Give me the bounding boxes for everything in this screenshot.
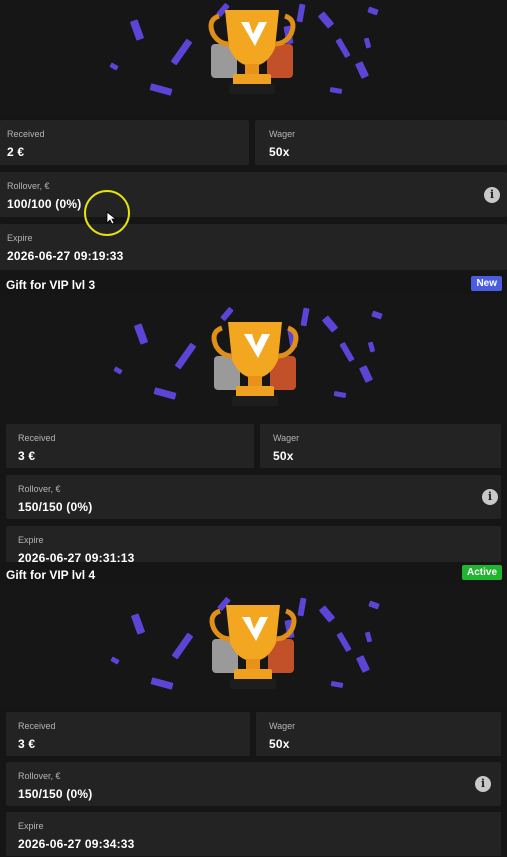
gift-hero-image [0, 0, 507, 115]
confetti-piece [368, 600, 380, 610]
rollover-label: Rollover, € [18, 484, 61, 494]
wager-label: Wager [269, 129, 296, 139]
wager-label: Wager [273, 433, 300, 443]
expire-value: 2026-06-27 09:31:13 [18, 551, 135, 562]
gift-title: Gift for VIP lvl 3 [6, 278, 96, 292]
confetti-piece [371, 310, 383, 320]
rollover-card: Rollover, € 150/150 (0%) i [6, 762, 501, 806]
expire-card: Expire 2026-06-27 09:19:33 [0, 224, 507, 270]
expire-card: Expire 2026-06-27 09:34:33 [6, 812, 501, 856]
confetti-piece [110, 656, 120, 665]
trophy-icon [208, 10, 296, 94]
confetti-piece [321, 315, 339, 333]
wager-label: Wager [269, 721, 296, 731]
received-value: 3 € [18, 449, 36, 463]
confetti-piece [355, 655, 371, 673]
trophy-icon [209, 605, 297, 689]
confetti-piece [329, 86, 343, 95]
confetti-piece [174, 342, 197, 370]
rollover-card: Rollover, € 150/150 (0%) i [6, 475, 501, 519]
confetti-piece [133, 323, 149, 345]
gift-card-3: Gift for VIP lvl 4 Active Received 3 € W… [0, 562, 507, 857]
confetti-piece [367, 6, 379, 16]
received-value: 3 € [18, 737, 36, 751]
received-card: Received 3 € [6, 712, 250, 756]
confetti-piece [333, 390, 347, 399]
gift-card-2: Gift for VIP lvl 3 New Received 3 € Wage… [0, 272, 507, 562]
expire-value: 2026-06-27 09:34:33 [18, 837, 135, 851]
received-label: Received [18, 721, 56, 731]
confetti-piece [130, 613, 146, 635]
expire-card: Expire 2026-06-27 09:31:13 [6, 526, 501, 562]
gift-hero-image [0, 584, 507, 706]
rollover-label: Rollover, € [18, 771, 61, 781]
rollover-value: 150/150 (0%) [18, 500, 93, 514]
confetti-piece [364, 631, 373, 643]
confetti-piece [170, 38, 193, 66]
gift-card-1: Received 2 € Wager 50x Rollover, € 100/1… [0, 0, 507, 272]
confetti-piece [149, 83, 173, 96]
confetti-piece [109, 62, 119, 71]
info-icon[interactable]: i [482, 489, 498, 505]
rollover-value: 150/150 (0%) [18, 787, 93, 801]
wager-card: Wager 50x [260, 424, 501, 468]
wager-card: Wager 50x [255, 120, 507, 165]
gift-hero-image [0, 294, 507, 424]
info-icon[interactable]: i [475, 776, 491, 792]
mouse-pointer-icon [106, 211, 116, 225]
rollover-label: Rollover, € [7, 181, 50, 191]
rollover-value: 100/100 (0%) [7, 197, 82, 211]
gift-title: Gift for VIP lvl 4 [6, 568, 96, 582]
info-icon[interactable]: i [484, 187, 500, 203]
confetti-piece [335, 37, 351, 59]
confetti-piece [113, 366, 123, 375]
received-card: Received 2 € [0, 120, 249, 165]
received-label: Received [7, 129, 45, 139]
status-badge: New [471, 276, 502, 291]
received-value: 2 € [7, 145, 25, 159]
expire-label: Expire [7, 233, 33, 243]
expire-label: Expire [18, 535, 44, 545]
confetti-piece [171, 632, 194, 660]
confetti-piece [358, 365, 374, 383]
rollover-card: Rollover, € 100/100 (0%) i [0, 172, 507, 217]
confetti-piece [317, 11, 335, 29]
status-badge: Active [461, 565, 502, 580]
confetti-piece [354, 61, 370, 79]
trophy-icon [211, 322, 299, 406]
confetti-piece [318, 605, 336, 623]
expire-value: 2026-06-27 09:19:33 [7, 249, 124, 263]
wager-value: 50x [273, 449, 294, 463]
confetti-piece [153, 387, 177, 400]
received-card: Received 3 € [6, 424, 254, 468]
confetti-piece [336, 631, 352, 653]
wager-value: 50x [269, 145, 290, 159]
wager-card: Wager 50x [256, 712, 501, 756]
confetti-piece [129, 19, 145, 41]
wager-value: 50x [269, 737, 290, 751]
expire-label: Expire [18, 821, 44, 831]
confetti-piece [367, 341, 376, 353]
confetti-piece [339, 341, 355, 363]
confetti-piece [330, 680, 344, 689]
confetti-piece [150, 677, 174, 690]
received-label: Received [18, 433, 56, 443]
confetti-piece [363, 37, 372, 49]
